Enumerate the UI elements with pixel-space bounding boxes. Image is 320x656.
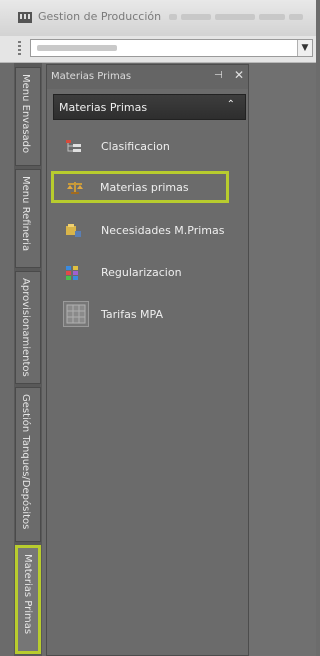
tab-menu-envasado[interactable]: Menu Envasado [15,67,41,166]
scale-icon [67,182,83,194]
nav-item-label: Regularizacion [101,266,182,279]
context-combobox[interactable]: ▼ [30,39,313,57]
nav-item-label: Tarifas MPA [101,308,164,321]
window-title: Gestion de Producción [38,10,304,23]
vertical-tab-strip: Menu Envasado Menu Refineria Aprovisiona… [14,63,42,656]
hierarchy-icon [66,140,81,152]
nav-item-clasificacion[interactable]: Clasificacion [63,131,239,163]
nav-item-tarifas[interactable]: Tarifas MPA [63,297,239,333]
nav-item-regularizacion[interactable]: Regularizacion [63,257,239,289]
tab-materias-primas[interactable]: Materias Primas [15,545,41,654]
tab-menu-refineria[interactable]: Menu Refineria [15,169,41,268]
tab-gestion-tanques[interactable]: Gestión Tanques/Depósitos [15,387,41,542]
app-icon [18,12,32,23]
combo-value [37,45,117,51]
needs-icon [66,224,81,237]
pin-icon[interactable]: ⊣ [214,70,223,81]
group-label: Materias Primas [59,101,148,114]
materias-primas-panel: Materias Primas ⊣ ✕ Materias Primas ⌃ Cl… [46,64,249,656]
left-strip [0,63,14,656]
workspace-area [249,63,316,656]
panel-title: Materias Primas [51,71,132,82]
group-header[interactable]: Materias Primas ⌃ [53,94,246,120]
toolbar: ▼ [0,36,316,63]
title-bar: Gestion de Producción [0,0,316,37]
nav-item-label: Materias primas [100,181,189,194]
tab-aprovisionamientos[interactable]: Aprovisionamientos [15,271,41,384]
blocks-icon [66,266,78,280]
grid-icon [63,301,89,327]
chevron-up-icon[interactable]: ⌃ [227,99,235,110]
nav-item-label: Clasificacion [101,140,170,153]
toolbar-grip[interactable] [18,41,21,56]
nav-item-materias-primas[interactable]: Materias primas [51,171,229,203]
nav-item-label: Necesidades M.Primas [101,224,225,237]
nav-item-necesidades[interactable]: Necesidades M.Primas [63,215,239,247]
chevron-down-icon[interactable]: ▼ [297,40,312,56]
close-icon[interactable]: ✕ [234,68,244,82]
panel-header: Materias Primas ⊣ ✕ [47,65,248,89]
